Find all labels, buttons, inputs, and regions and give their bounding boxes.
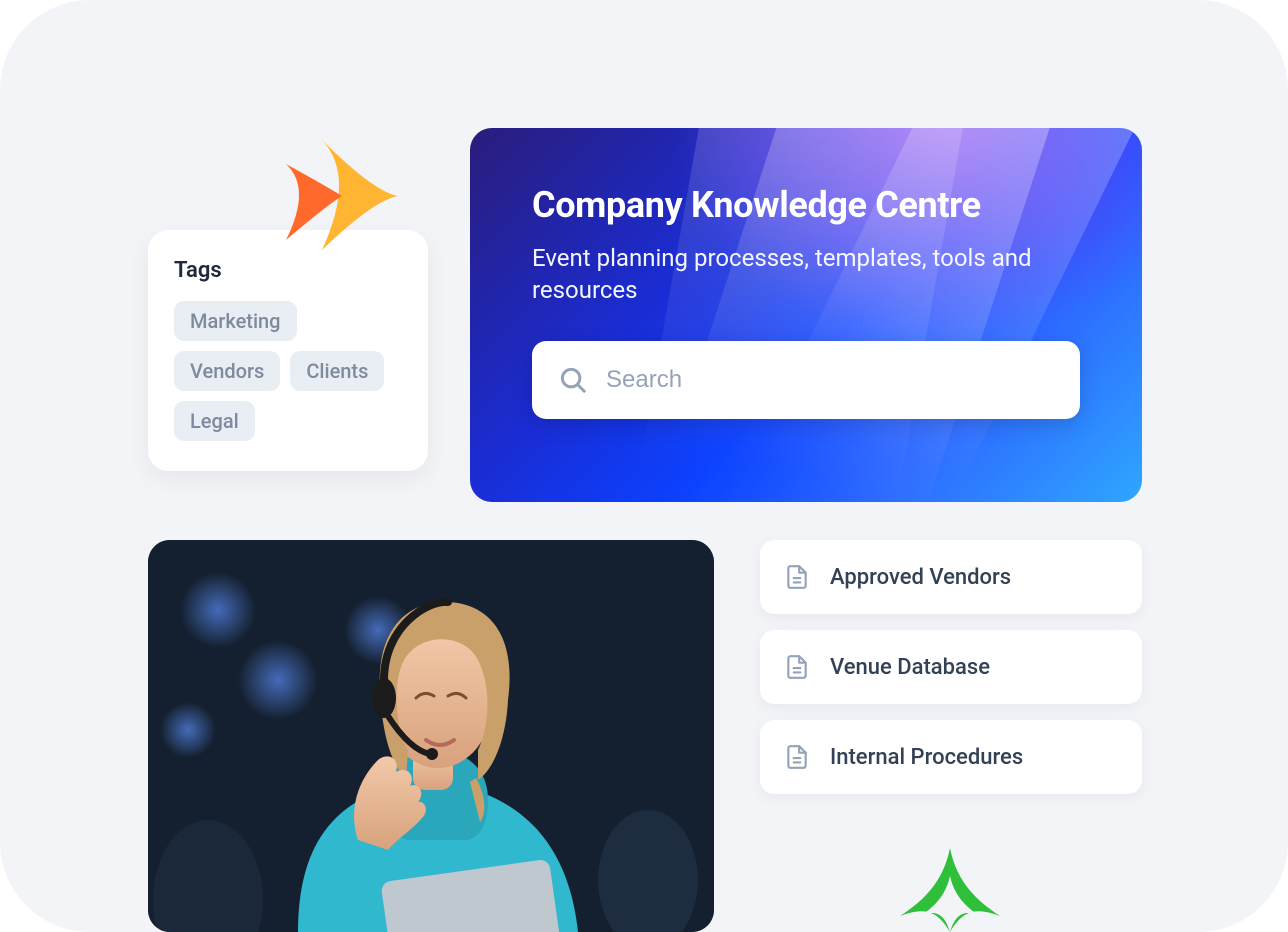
decorative-arrows-icon — [278, 130, 408, 260]
tag-chip-legal[interactable]: Legal — [174, 401, 255, 441]
decorative-green-arrow-icon — [900, 848, 1000, 932]
search-bar[interactable] — [532, 341, 1080, 419]
search-icon — [558, 365, 588, 395]
tag-chip-vendors[interactable]: Vendors — [174, 351, 280, 391]
document-list: Approved Vendors Venue Database Internal… — [760, 540, 1142, 794]
doc-item-internal-procedures[interactable]: Internal Procedures — [760, 720, 1142, 794]
tags-list: Marketing Vendors Clients Legal — [174, 301, 402, 441]
page-canvas: Tags Marketing Vendors Clients Legal Com… — [0, 0, 1288, 932]
search-input[interactable] — [606, 366, 1054, 394]
document-icon — [784, 654, 810, 680]
knowledge-centre-hero: Company Knowledge Centre Event planning … — [470, 128, 1142, 502]
document-icon — [784, 564, 810, 590]
doc-label: Approved Vendors — [830, 565, 1011, 590]
photo-tile — [148, 540, 714, 932]
doc-label: Venue Database — [830, 655, 990, 680]
doc-label: Internal Procedures — [830, 745, 1023, 770]
tag-chip-marketing[interactable]: Marketing — [174, 301, 297, 341]
doc-item-approved-vendors[interactable]: Approved Vendors — [760, 540, 1142, 614]
hero-subtitle: Event planning processes, templates, too… — [532, 242, 1052, 307]
tags-title: Tags — [174, 258, 402, 283]
doc-item-venue-database[interactable]: Venue Database — [760, 630, 1142, 704]
hero-title: Company Knowledge Centre — [532, 184, 1080, 226]
document-icon — [784, 744, 810, 770]
tags-card: Tags Marketing Vendors Clients Legal — [148, 230, 428, 471]
tag-chip-clients[interactable]: Clients — [290, 351, 384, 391]
